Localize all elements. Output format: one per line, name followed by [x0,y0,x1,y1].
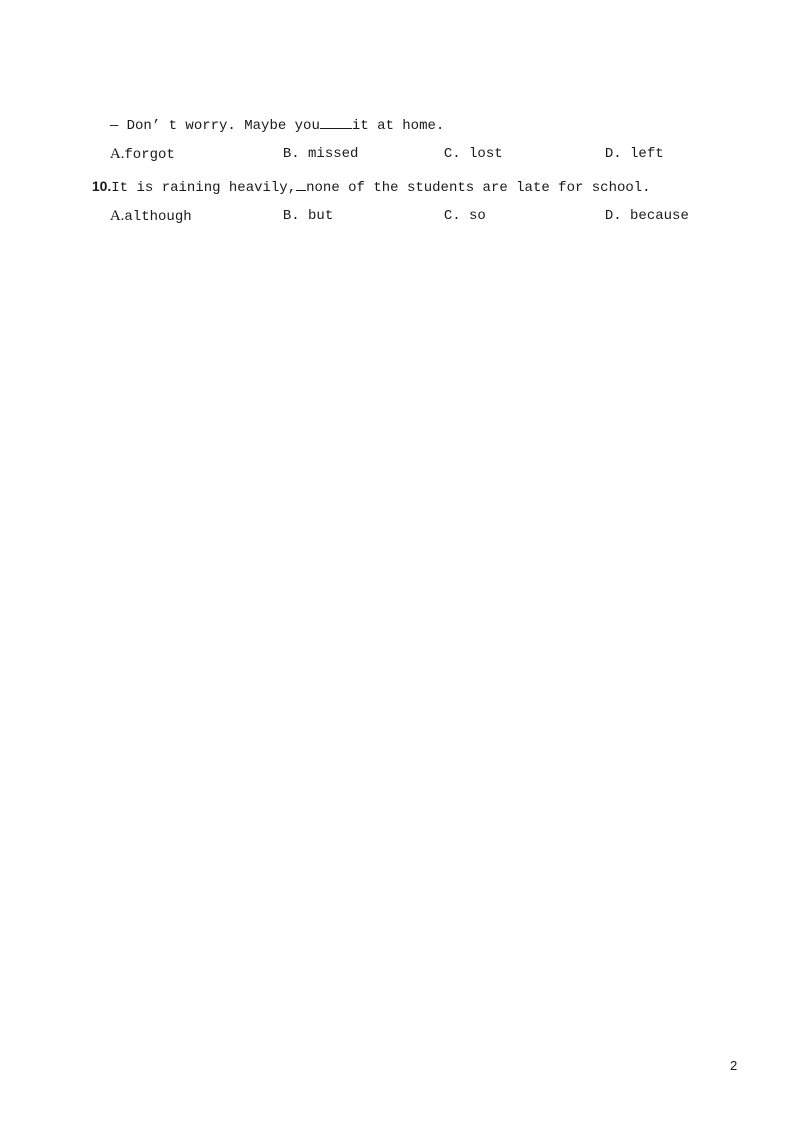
option-letter: B. [282,208,300,224]
option-letter: C. [443,208,461,224]
page-number: 2 [730,1058,738,1073]
option-text: so [469,208,486,224]
option-c: C. so [427,189,486,225]
option-b: B. but [266,189,333,225]
option-text: although [124,209,192,225]
option-letter: A. [109,208,125,224]
option-a: A.although [93,189,192,226]
option-text: but [308,208,334,224]
option-d: D. because [588,189,689,225]
option-letter: D. [604,208,622,224]
option-text: because [630,208,689,224]
